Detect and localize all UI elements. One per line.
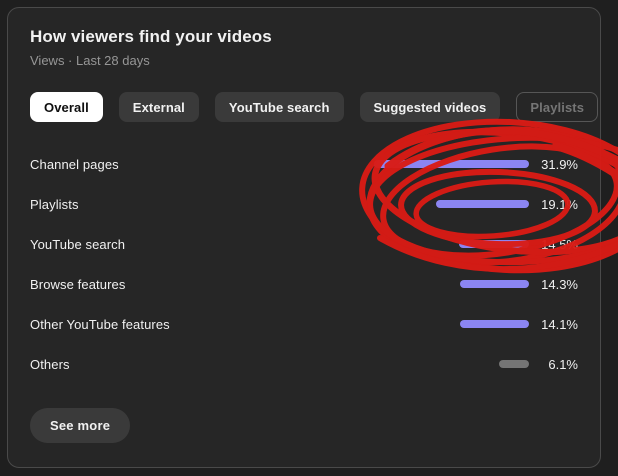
bar-zone [369,360,529,368]
bar [460,320,529,328]
bar [374,160,529,168]
traffic-source-list: Channel pages 31.9% Playlists 19.1% YouT… [30,144,578,384]
table-row: Other YouTube features 14.1% [30,304,578,344]
row-label: YouTube search [30,237,369,252]
bar [459,240,529,248]
row-percentage: 14.5% [540,237,578,252]
row-label: Channel pages [30,157,369,172]
card-subtitle: Views · Last 28 days [30,53,578,68]
tab-playlists: Playlists [516,92,598,122]
table-row: Playlists 19.1% [30,184,578,224]
row-percentage: 14.1% [540,317,578,332]
traffic-sources-card: How viewers find your videos Views · Las… [7,7,601,468]
table-row: Browse features 14.3% [30,264,578,304]
tab-external[interactable]: External [119,92,199,122]
row-label: Other YouTube features [30,317,369,332]
tab-suggested-videos[interactable]: Suggested videos [360,92,501,122]
page-title: How viewers find your videos [30,26,578,48]
row-percentage: 14.3% [540,277,578,292]
row-label: Others [30,357,369,372]
see-more-button[interactable]: See more [30,408,130,443]
row-label: Browse features [30,277,369,292]
bar-zone [369,240,529,248]
row-label: Playlists [30,197,369,212]
tab-youtube-search[interactable]: YouTube search [215,92,344,122]
table-row: Others 6.1% [30,344,578,384]
bar [436,200,529,208]
tab-overall[interactable]: Overall [30,92,103,122]
row-percentage: 6.1% [540,357,578,372]
bar-zone [369,320,529,328]
bar [499,360,529,368]
row-percentage: 31.9% [540,157,578,172]
bar [460,280,529,288]
traffic-source-tabs: Overall External YouTube search Suggeste… [30,92,578,122]
bar-zone [369,200,529,208]
table-row: YouTube search 14.5% [30,224,578,264]
row-percentage: 19.1% [540,197,578,212]
bar-zone [369,280,529,288]
bar-zone [369,160,529,168]
table-row: Channel pages 31.9% [30,144,578,184]
